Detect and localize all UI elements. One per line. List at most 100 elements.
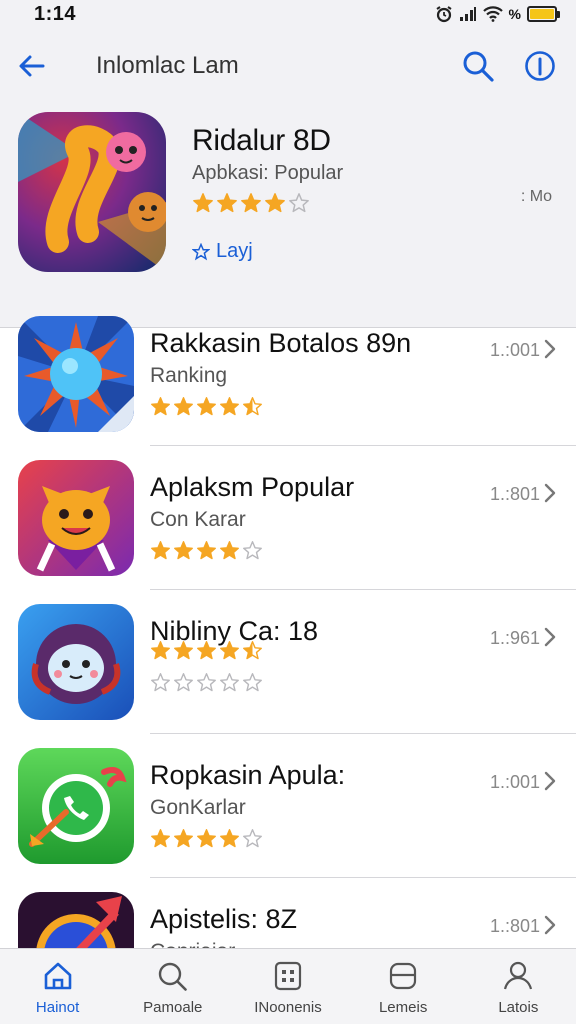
app-rating bbox=[150, 640, 263, 661]
app-rating-secondary bbox=[150, 672, 263, 693]
chevron-right-icon[interactable] bbox=[540, 768, 560, 794]
star-filled-icon bbox=[174, 397, 193, 416]
featured-app-rating bbox=[192, 192, 310, 214]
star-empty-icon bbox=[174, 673, 193, 692]
featured-app[interactable]: Ridalur 8D Apbkasi: Popular : Mo Layj bbox=[18, 112, 558, 272]
star-filled-icon bbox=[197, 397, 216, 416]
updates-icon bbox=[390, 962, 417, 990]
back-button[interactable] bbox=[14, 48, 50, 84]
app-icon bbox=[18, 460, 134, 576]
battery-icon bbox=[527, 6, 560, 22]
star-filled-icon bbox=[197, 541, 216, 560]
search-icon bbox=[463, 51, 494, 82]
tab-apps[interactable]: INoonenis bbox=[230, 949, 345, 1024]
app-name: Ropkasin Apula: bbox=[150, 760, 346, 790]
tab-label: Latois bbox=[498, 999, 539, 1016]
app-icon bbox=[18, 748, 134, 864]
star-filled-icon bbox=[193, 193, 213, 213]
chevron-right-icon[interactable] bbox=[540, 336, 560, 362]
app-rating bbox=[150, 396, 263, 417]
app-name: Apistelis: 8Z bbox=[150, 904, 298, 934]
app-list: Rakkasin Botalos 89n Ranking 1.:001 Apla… bbox=[0, 302, 576, 1022]
app-size: 1.:801 bbox=[490, 916, 541, 936]
featured-app-icon bbox=[18, 112, 166, 272]
star-filled-icon bbox=[220, 829, 239, 848]
app-size: 1.:961 bbox=[490, 628, 541, 648]
signal-text: % bbox=[508, 6, 521, 22]
star-outline-icon bbox=[192, 242, 210, 260]
app-size: 1.:801 bbox=[490, 484, 541, 504]
star-filled-icon bbox=[151, 397, 170, 416]
info-button[interactable] bbox=[522, 48, 558, 84]
back-arrow-icon bbox=[19, 55, 45, 77]
list-item[interactable]: Rakkasin Botalos 89n Ranking 1.:001 bbox=[0, 302, 576, 446]
app-icon bbox=[18, 604, 134, 720]
status-icons: % bbox=[435, 5, 560, 23]
info-icon bbox=[525, 51, 555, 81]
star-filled-icon bbox=[220, 397, 239, 416]
star-empty-icon bbox=[151, 673, 170, 692]
status-time: 1:14 bbox=[34, 2, 77, 25]
list-item[interactable]: Ropkasin Apula: GonKarlar 1.:001 bbox=[0, 734, 576, 878]
chevron-right-icon[interactable] bbox=[540, 480, 560, 506]
signal-icon bbox=[459, 6, 477, 22]
app-subtitle: GonKarlar bbox=[150, 796, 246, 819]
tab-label: INoonenis bbox=[254, 999, 322, 1016]
tab-label: Lemeis bbox=[378, 999, 428, 1016]
featured-app-name: Ridalur 8D bbox=[192, 124, 331, 157]
account-icon bbox=[504, 961, 533, 990]
star-half-icon bbox=[243, 397, 262, 416]
star-filled-icon bbox=[197, 641, 216, 660]
app-size: 1.:001 bbox=[490, 340, 541, 360]
search-icon bbox=[158, 962, 187, 991]
tab-home[interactable]: Hainot bbox=[0, 949, 115, 1024]
app-rating bbox=[150, 540, 263, 561]
app-size: 1.:001 bbox=[490, 772, 541, 792]
tab-label: Pamoale bbox=[143, 999, 203, 1016]
app-rating bbox=[150, 828, 263, 849]
tab-search[interactable]: Pamoale bbox=[115, 949, 230, 1024]
chevron-right-icon[interactable] bbox=[540, 912, 560, 938]
featured-action-label: Layj bbox=[216, 240, 253, 262]
home-icon bbox=[44, 962, 71, 990]
tab-bar: Hainot Pamoale INoonenis Lemeis Latois bbox=[0, 948, 576, 1024]
app-name: Rakkasin Botalos 89n bbox=[150, 328, 412, 358]
star-filled-icon bbox=[174, 641, 193, 660]
tab-label: Hainot bbox=[35, 999, 80, 1016]
app-header: Inlomlac Lam Ridalur 8D Apbkasi: Popular… bbox=[0, 28, 576, 328]
list-item[interactable]: Nibliny Ca: 18 1.:961 bbox=[0, 590, 576, 734]
star-filled-icon bbox=[151, 541, 170, 560]
search-button[interactable] bbox=[460, 48, 496, 84]
star-filled-icon bbox=[174, 541, 193, 560]
star-filled-icon bbox=[217, 193, 237, 213]
featured-app-size: : Mo bbox=[520, 188, 552, 205]
wifi-icon bbox=[482, 6, 503, 22]
star-empty-icon bbox=[220, 673, 239, 692]
star-half-icon bbox=[243, 641, 262, 660]
star-filled-icon bbox=[151, 641, 170, 660]
app-subtitle: Con Karar bbox=[150, 508, 246, 531]
star-filled-icon bbox=[174, 829, 193, 848]
chevron-right-icon[interactable] bbox=[540, 624, 560, 650]
app-subtitle: Ranking bbox=[150, 364, 228, 387]
page-title: Inlomlac Lam bbox=[96, 52, 239, 79]
star-filled-icon bbox=[220, 641, 239, 660]
star-empty-icon bbox=[197, 673, 216, 692]
featured-app-subtitle: Apbkasi: Popular bbox=[192, 162, 344, 184]
list-item[interactable]: Aplaksm Popular Con Karar 1.:801 bbox=[0, 446, 576, 590]
tab-account[interactable]: Latois bbox=[461, 949, 576, 1024]
featured-get-button[interactable]: Layj bbox=[192, 240, 253, 263]
app-icon bbox=[18, 316, 134, 432]
star-filled-icon bbox=[197, 829, 216, 848]
star-filled-icon bbox=[241, 193, 261, 213]
alarm-icon bbox=[435, 5, 453, 23]
star-filled-icon bbox=[151, 829, 170, 848]
star-filled-icon bbox=[220, 541, 239, 560]
apps-icon bbox=[274, 961, 302, 991]
status-bar: 1:14 % bbox=[0, 0, 576, 28]
navigation-bar: Inlomlac Lam bbox=[0, 28, 576, 100]
star-filled-icon bbox=[265, 193, 285, 213]
star-empty-icon bbox=[289, 193, 309, 213]
app-name: Aplaksm Popular bbox=[150, 472, 355, 502]
tab-updates[interactable]: Lemeis bbox=[346, 949, 461, 1024]
